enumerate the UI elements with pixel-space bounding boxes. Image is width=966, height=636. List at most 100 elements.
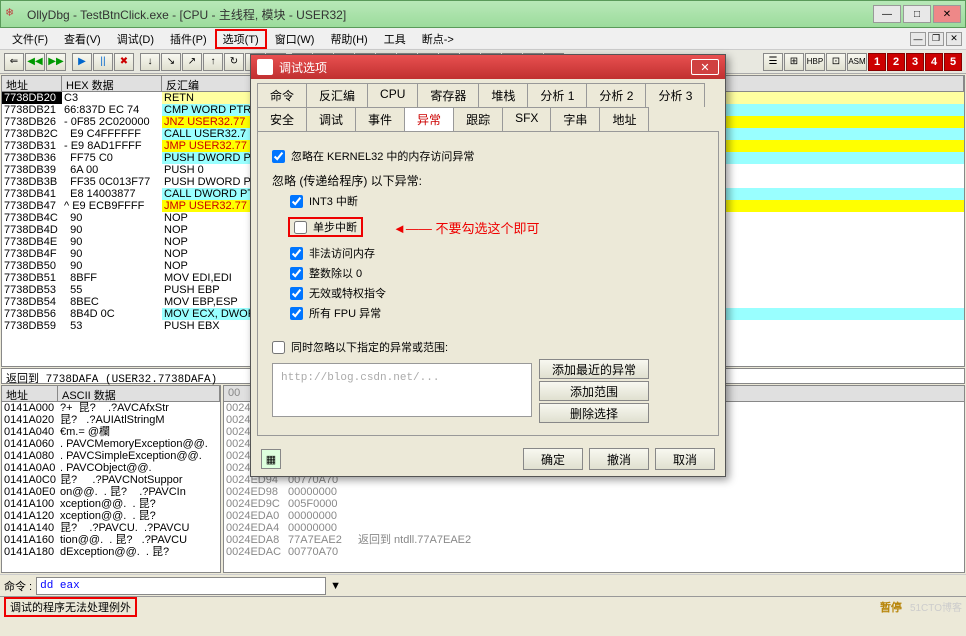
dump-row[interactable]: 0141A040€m.= @欄 (2, 426, 220, 438)
dump-row[interactable]: 0141A060. PAVCMemoryException@@. (2, 438, 220, 450)
tb-preset-3[interactable]: 3 (906, 53, 924, 71)
exception-checkbox[interactable] (290, 307, 303, 320)
dialog-tab[interactable]: SFX (502, 107, 551, 131)
chk-ignore-kernel32[interactable] (272, 150, 285, 163)
dialog-tab[interactable]: 跟踪 (453, 107, 503, 131)
dialog-tab[interactable]: 分析 2 (586, 83, 646, 107)
dump-rows[interactable]: 0141A000?+ 昆? .?AVCAfxStr0141A020昆? .?AU… (2, 402, 220, 558)
dump-row[interactable]: 0141A140昆? .?PAVCU. .?PAVCU (2, 522, 220, 534)
dump-row[interactable]: 0141A0A0. PAVCObject@@. (2, 462, 220, 474)
dialog-tab[interactable]: 事件 (355, 107, 405, 131)
stack-row[interactable]: 0024ED9C005F0000 (224, 498, 964, 510)
app-title-bar: ❄ OllyDbg - TestBtnClick.exe - [CPU - 主线… (0, 0, 966, 28)
dialog-tab[interactable]: 分析 1 (527, 83, 587, 107)
dialog-tab[interactable]: CPU (367, 83, 418, 107)
menu-tools[interactable]: 工具 (376, 29, 414, 49)
dialog-tab[interactable]: 命令 (257, 83, 307, 107)
menu-debug[interactable]: 调试(D) (109, 29, 162, 49)
dump-row[interactable]: 0141A0C0昆? .?PAVCNotSuppor (2, 474, 220, 486)
dump-row[interactable]: 0141A160tion@@. . 昆? .?PAVCU (2, 534, 220, 546)
dump-row[interactable]: 0141A000?+ 昆? .?AVCAfxStr (2, 402, 220, 414)
btn-delete-selection[interactable]: 删除选择 (539, 403, 649, 423)
window-controls: — □ ✕ (873, 5, 961, 23)
close-button[interactable]: ✕ (933, 5, 961, 23)
dialog-tab[interactable]: 反汇编 (306, 83, 368, 107)
dump-row[interactable]: 0141A100xception@@. . 昆? (2, 498, 220, 510)
tb-extra-4[interactable]: ⊡ (826, 53, 846, 71)
dump-row[interactable]: 0141A020昆? .?AUIAtlStringM (2, 414, 220, 426)
stack-row[interactable]: 0024EDA400000000 (224, 522, 964, 534)
tb-rewind-icon[interactable]: ◀◀ (25, 53, 45, 71)
tb-asm[interactable]: ASM (847, 53, 867, 71)
tb-step3-icon[interactable]: ↗ (182, 53, 202, 71)
menu-breakpoints[interactable]: 断点-> (414, 29, 462, 49)
exception-checkbox[interactable] (290, 247, 303, 260)
menu-file[interactable]: 文件(F) (4, 29, 56, 49)
dialog-help-icon[interactable]: ▦ (261, 449, 281, 469)
dump-row[interactable]: 0141A120xception@@. . 昆? (2, 510, 220, 522)
tb-back-icon[interactable]: ⇐ (4, 53, 24, 71)
menu-help[interactable]: 帮助(H) (322, 29, 375, 49)
stack-row[interactable]: 0024EDA000000000 (224, 510, 964, 522)
menu-options[interactable]: 选项(T) (215, 29, 267, 49)
command-dropdown-icon[interactable]: ▼ (330, 580, 341, 592)
menu-window[interactable]: 窗口(W) (267, 29, 323, 49)
tb-preset-5[interactable]: 5 (944, 53, 962, 71)
exception-checkbox[interactable] (294, 221, 307, 234)
tb-pause-icon[interactable]: || (93, 53, 113, 71)
exception-checkbox[interactable] (290, 195, 303, 208)
btn-add-recent[interactable]: 添加最近的异常 (539, 359, 649, 379)
dump-row[interactable]: 0141A180dException@@. . 昆? (2, 546, 220, 558)
tb-extra-2[interactable]: ⊞ (784, 53, 804, 71)
dialog-tab[interactable]: 异常 (404, 107, 454, 131)
tb-stop-icon[interactable]: ✖ (114, 53, 134, 71)
stack-row[interactable]: 0024ED9800000000 (224, 486, 964, 498)
exception-range-list[interactable]: http://blog.csdn.net/... (272, 363, 532, 417)
exception-checkbox[interactable] (290, 287, 303, 300)
btn-cancel[interactable]: 取消 (655, 448, 715, 470)
btn-undo[interactable]: 撤消 (589, 448, 649, 470)
dump-pane[interactable]: 地址 ASCII 数据 0141A000?+ 昆? .?AVCAfxStr014… (1, 385, 221, 573)
tb-hbp[interactable]: HBP (805, 53, 825, 71)
dialog-tab[interactable]: 寄存器 (417, 83, 479, 107)
command-input[interactable] (36, 577, 326, 595)
app-icon: ❄ (5, 6, 21, 22)
dialog-icon (257, 59, 273, 75)
mdi-minimize-button[interactable]: — (910, 32, 926, 46)
btn-add-range[interactable]: 添加范围 (539, 381, 649, 401)
menu-plugins[interactable]: 插件(P) (162, 29, 215, 49)
tb-run-icon[interactable]: ▶ (72, 53, 92, 71)
dump-row[interactable]: 0141A080. PAVCSimpleException@@. (2, 450, 220, 462)
maximize-button[interactable]: □ (903, 5, 931, 23)
dialog-tab[interactable]: 堆栈 (478, 83, 528, 107)
dialog-body: 忽略在 KERNEL32 中的内存访问异常 忽略 (传递给程序) 以下异常: I… (257, 131, 719, 436)
dump-row[interactable]: 0141A0E0on@@. . 昆? .?PAVCIn (2, 486, 220, 498)
chk-also-ignore[interactable] (272, 341, 285, 354)
tb-forward-icon[interactable]: ▶▶ (46, 53, 66, 71)
dialog-tab[interactable]: 字串 (550, 107, 600, 131)
dialog-tab[interactable]: 调试 (306, 107, 356, 131)
dialog-tab[interactable]: 分析 3 (645, 83, 705, 107)
tb-preset-1[interactable]: 1 (868, 53, 886, 71)
mdi-close-button[interactable]: ✕ (946, 32, 962, 46)
tb-step2-icon[interactable]: ↘ (161, 53, 181, 71)
mdi-restore-button[interactable]: ❐ (928, 32, 944, 46)
tb-step5-icon[interactable]: ↻ (224, 53, 244, 71)
minimize-button[interactable]: — (873, 5, 901, 23)
menu-view[interactable]: 查看(V) (56, 29, 109, 49)
dialog-tabs: 命令反汇编CPU寄存器堆栈分析 1分析 2分析 3 安全调试事件异常跟踪SFX字串… (251, 79, 725, 131)
dialog-close-button[interactable]: ✕ (691, 59, 719, 75)
tb-preset-4[interactable]: 4 (925, 53, 943, 71)
lbl-ignore-kernel32: 忽略在 KERNEL32 中的内存访问异常 (291, 148, 474, 164)
stack-row[interactable]: 0024EDA877A7EAE2返回到 ntdll.77A7EAE2 (224, 534, 964, 546)
dialog-tab[interactable]: 安全 (257, 107, 307, 131)
tb-step4-icon[interactable]: ↑ (203, 53, 223, 71)
exception-checkbox[interactable] (290, 267, 303, 280)
tb-extra-1[interactable]: ☰ (763, 53, 783, 71)
stack-row[interactable]: 0024EDAC00770A70 (224, 546, 964, 558)
tb-step1-icon[interactable]: ↓ (140, 53, 160, 71)
dialog-tab[interactable]: 地址 (599, 107, 649, 131)
tb-preset-2[interactable]: 2 (887, 53, 905, 71)
btn-ok[interactable]: 确定 (523, 448, 583, 470)
dialog-title-bar[interactable]: 调试选项 ✕ (251, 55, 725, 79)
